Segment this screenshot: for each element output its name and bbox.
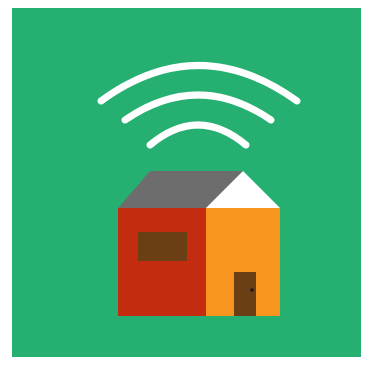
- app-icon-tile: [12, 8, 361, 357]
- door-knob: [250, 288, 254, 292]
- house-icon: [118, 171, 280, 316]
- house-window: [138, 232, 187, 261]
- wifi-signal-icon: [97, 62, 301, 149]
- smart-home-wifi-icon: [97, 62, 301, 316]
- house-wall-left: [118, 208, 206, 316]
- signal-arc-middle: [121, 91, 275, 124]
- house-door: [234, 272, 256, 316]
- signal-arc-inner: [146, 121, 250, 149]
- icon-canvas: [0, 0, 373, 367]
